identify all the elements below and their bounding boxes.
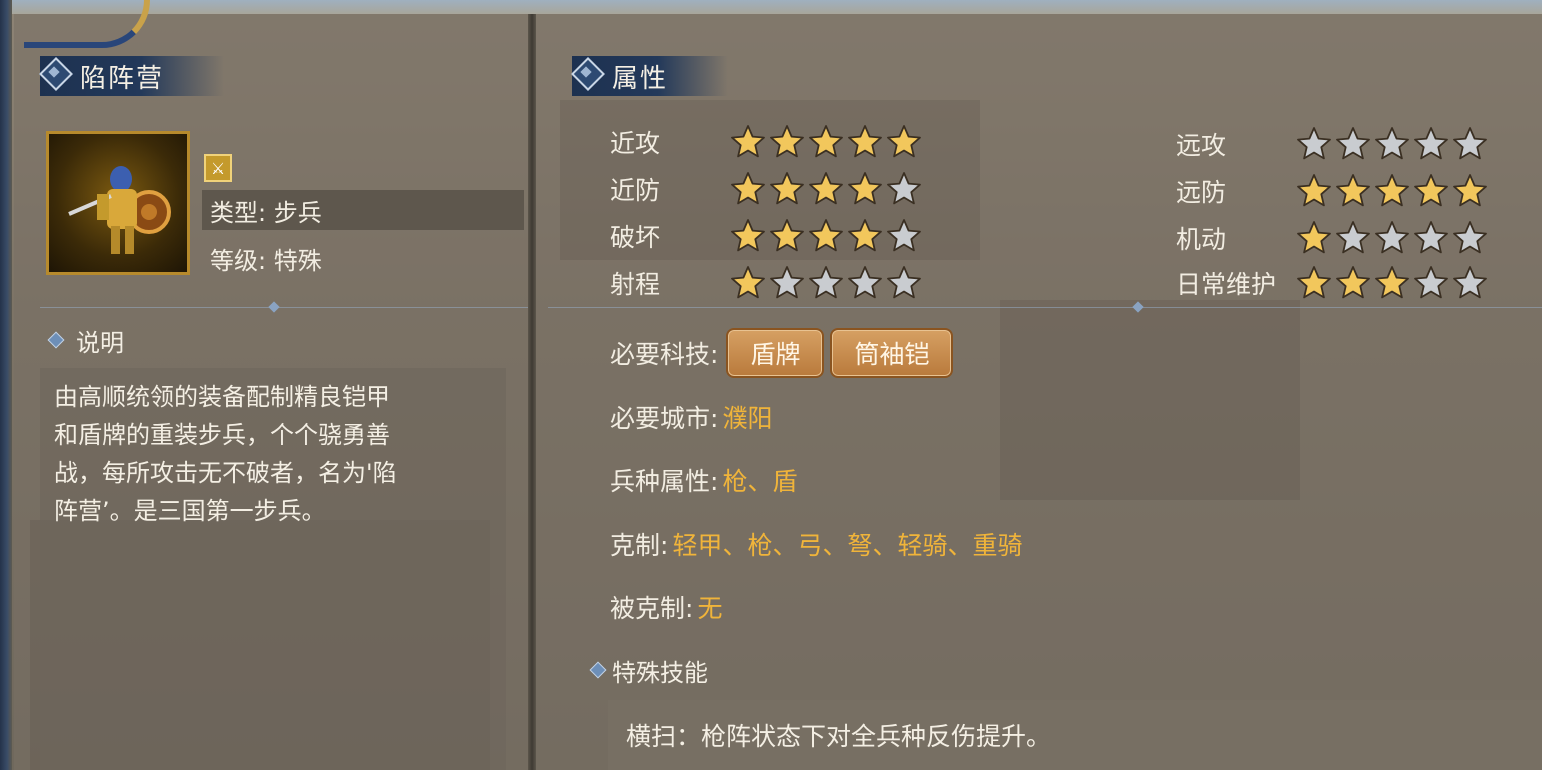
star-rating xyxy=(730,216,925,256)
description-box: 由高顺统领的装备配制精良铠甲 和盾牌的重装步兵，个个骁勇善 战，每所攻击无不破者… xyxy=(40,368,506,770)
star-filled-icon xyxy=(1453,174,1487,207)
special-skill-heading: 特殊技能 xyxy=(589,650,708,690)
star-empty-icon xyxy=(1453,221,1487,254)
counters-row: 克制: 轻甲、枪、弓、弩、轻骑、重骑 xyxy=(610,523,1022,565)
star-empty-icon xyxy=(1414,266,1448,299)
star-filled-icon xyxy=(1336,266,1370,299)
star-rating xyxy=(1296,218,1491,258)
star-filled-icon xyxy=(770,219,804,252)
star-filled-icon xyxy=(1375,174,1409,207)
countered-by-label: 被克制: xyxy=(610,594,694,623)
armored-infantry-icon xyxy=(68,166,171,254)
star-empty-icon xyxy=(1414,127,1448,160)
star-empty-icon xyxy=(1336,127,1370,160)
stat-label-melee-defense: 近防 xyxy=(610,176,661,205)
unit-level: 等级: 特殊 xyxy=(210,246,322,275)
star-filled-icon xyxy=(731,125,765,158)
panel-divider xyxy=(528,14,536,770)
required-tech-row: 必要科技: 盾牌 筒袖铠 xyxy=(610,328,954,378)
star-empty-icon xyxy=(1297,127,1331,160)
star-empty-icon xyxy=(1375,221,1409,254)
stat-label-upkeep: 日常维护 xyxy=(1176,270,1277,299)
special-skill-heading-text: 特殊技能 xyxy=(612,658,708,687)
attributes-header: 属性 xyxy=(571,56,729,96)
sword-badge-icon: ⚔ xyxy=(204,154,232,182)
star-filled-icon xyxy=(1297,266,1331,299)
star-empty-icon xyxy=(1453,127,1487,160)
star-filled-icon xyxy=(848,172,882,205)
separator-line xyxy=(40,307,528,308)
window-left-edge xyxy=(0,0,12,770)
countered-by-row: 被克制: 无 xyxy=(610,586,722,628)
background-sky xyxy=(0,0,1542,14)
star-rating xyxy=(1296,263,1491,303)
star-filled-icon xyxy=(809,172,843,205)
star-filled-icon xyxy=(1297,221,1331,254)
separator-line xyxy=(548,307,1542,308)
star-filled-icon xyxy=(731,266,765,299)
special-skill-box: 横扫：枪阵状态下对全兵种反伤提升。 xyxy=(608,700,1542,770)
counters-value: 轻甲、枪、弓、弩、轻骑、重骑 xyxy=(672,531,1023,560)
countered-by-value: 无 xyxy=(697,594,723,623)
star-rating xyxy=(730,169,925,209)
star-filled-icon xyxy=(1336,174,1370,207)
star-empty-icon xyxy=(809,266,843,299)
star-rating xyxy=(1296,124,1491,164)
star-filled-icon xyxy=(809,125,843,158)
unit-trait-label: 兵种属性: xyxy=(610,467,719,496)
star-filled-icon xyxy=(731,172,765,205)
special-skill-text: 横扫：枪阵状态下对全兵种反伤提升。 xyxy=(626,722,1052,751)
star-filled-icon xyxy=(770,125,804,158)
bullet-diamond-icon xyxy=(47,331,65,349)
star-filled-icon xyxy=(1375,266,1409,299)
bullet-diamond-icon xyxy=(589,661,607,679)
stat-label-ranged-defense: 远防 xyxy=(1176,178,1227,207)
stat-label-destruction: 破坏 xyxy=(610,223,661,252)
unit-type: 类型: 步兵 xyxy=(202,190,524,230)
star-filled-icon xyxy=(770,172,804,205)
required-city-value: 濮阳 xyxy=(722,404,773,433)
star-empty-icon xyxy=(770,266,804,299)
star-rating xyxy=(730,263,925,303)
description-line: 阵营’。是三国第一步兵。 xyxy=(54,497,326,525)
star-empty-icon xyxy=(887,266,921,299)
unit-name-header: 陷阵营 xyxy=(39,56,225,96)
description-line: 由高顺统领的装备配制精良铠甲 xyxy=(54,383,390,411)
star-empty-icon xyxy=(1375,127,1409,160)
required-city-label: 必要城市: xyxy=(610,404,719,433)
star-empty-icon xyxy=(887,219,921,252)
description-heading: 说明 xyxy=(47,322,124,358)
star-empty-icon xyxy=(887,172,921,205)
star-filled-icon xyxy=(1297,174,1331,207)
stat-label-mobility: 机动 xyxy=(1176,225,1227,254)
star-filled-icon xyxy=(848,219,882,252)
counters-label: 克制: xyxy=(610,531,669,560)
star-empty-icon xyxy=(848,266,882,299)
unit-portrait xyxy=(46,131,190,275)
tech-button-shield[interactable]: 盾牌 xyxy=(726,328,825,378)
required-city-row: 必要城市: 濮阳 xyxy=(610,396,772,438)
description-heading-text: 说明 xyxy=(76,328,124,357)
star-filled-icon xyxy=(809,219,843,252)
stat-label-melee-attack: 近攻 xyxy=(610,129,661,158)
description-line: 和盾牌的重装步兵，个个骁勇善 xyxy=(54,421,390,449)
star-filled-icon xyxy=(848,125,882,158)
star-filled-icon xyxy=(887,125,921,158)
required-tech-label: 必要科技: xyxy=(610,340,719,369)
star-empty-icon xyxy=(1453,266,1487,299)
star-empty-icon xyxy=(1414,221,1448,254)
stat-label-ranged-attack: 远攻 xyxy=(1176,131,1227,160)
star-rating xyxy=(1296,171,1491,211)
star-filled-icon xyxy=(731,219,765,252)
stat-label-range: 射程 xyxy=(610,270,661,299)
description-line: 战，每所攻击无不破者，名为'陷 xyxy=(54,459,397,487)
star-filled-icon xyxy=(1414,174,1448,207)
tech-button-armor[interactable]: 筒袖铠 xyxy=(830,328,954,378)
unit-trait-value: 枪、盾 xyxy=(722,467,798,496)
star-rating xyxy=(730,122,925,162)
star-empty-icon xyxy=(1336,221,1370,254)
unit-trait-row: 兵种属性: 枪、盾 xyxy=(610,459,797,501)
